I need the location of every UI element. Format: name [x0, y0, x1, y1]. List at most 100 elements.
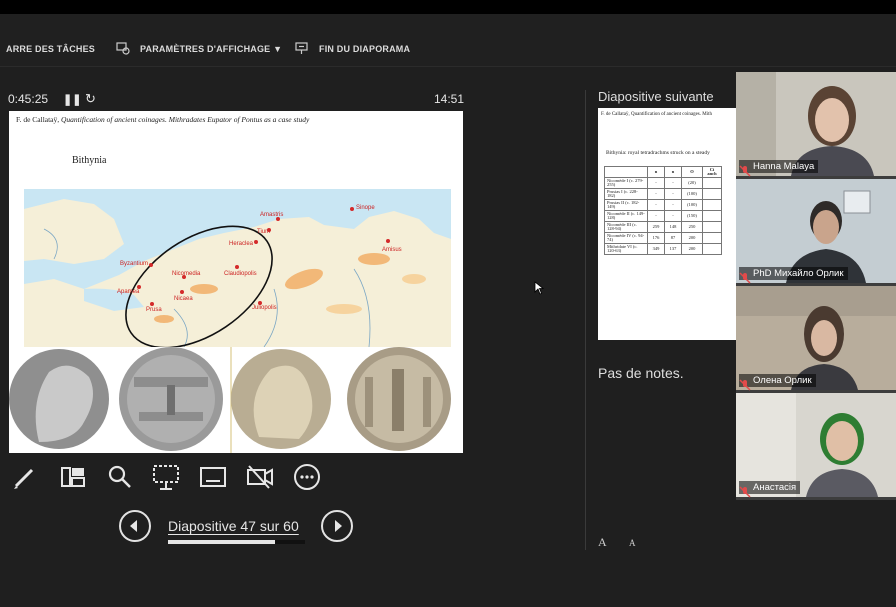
table-header-row: n n O Ci anch — [604, 166, 722, 178]
table-cell: 259 — [647, 221, 665, 233]
map-label-byzantium: Byzantium — [120, 261, 148, 267]
table-cell: Prusias II (c. 182-149) — [604, 199, 648, 211]
decrease-font-button[interactable]: A — [629, 538, 636, 548]
table-header-cell: n — [664, 166, 682, 178]
zoom-icon[interactable] — [105, 462, 135, 492]
bithynia-map: Sinope Amastris Tium Heraclea Amisus Byz… — [24, 189, 451, 347]
table-cell: - — [647, 210, 665, 222]
map-label-sinope: Sinope — [356, 205, 375, 211]
reset-timer-icon[interactable]: ↻ — [85, 91, 96, 107]
slide-region-title: Bithynia — [72, 155, 107, 166]
pointer-screen-icon[interactable] — [151, 462, 181, 492]
speaker-notes[interactable]: Pas de notes. — [598, 365, 684, 381]
table-row: Prusias II (c. 182-149) - - (100) — [604, 199, 722, 211]
table-cell: - — [647, 177, 665, 189]
taskbar-button[interactable]: ARRE DES TÂCHES — [6, 44, 95, 54]
muted-mic-icon — [739, 379, 751, 391]
slides-grid-icon[interactable] — [58, 462, 88, 492]
table-cell: - — [647, 199, 665, 211]
table-cell — [702, 188, 722, 200]
participant-tile[interactable]: PhD Михайло Орлик — [736, 179, 896, 283]
map-label-juliopolis: Juliopolis — [252, 305, 277, 311]
end-slideshow-button[interactable]: FIN DU DIAPORAMA — [319, 44, 410, 54]
map-label-amisus: Amisus — [382, 247, 402, 253]
chevron-left-icon — [130, 520, 137, 532]
presenter-toolbar: ARRE DES TÂCHES PARAMÈTRES D'AFFICHAGE ▼… — [0, 14, 896, 67]
muted-mic-icon — [739, 165, 751, 177]
table-row: Nicomède I (c. 279-255) - - (20) — [604, 177, 722, 189]
map-label-prusa: Prusa — [146, 307, 162, 313]
end-slideshow-icon — [295, 42, 308, 54]
map-label-heraclea: Heraclea — [229, 241, 254, 247]
table-cell — [702, 232, 722, 244]
slide-counter[interactable]: Diapositive 47 sur 60 — [168, 518, 299, 534]
next-slide-preview[interactable]: F. de Callataÿ, Quantification of ancien… — [598, 108, 740, 340]
participant-tile[interactable]: Анастасія — [736, 393, 896, 497]
participant-tile[interactable]: Hanna Malaya — [736, 72, 896, 176]
table-row: Nicomède III (c. 128-94) 259 148 250 — [604, 221, 722, 233]
next-slide-table: n n O Ci anch Nicomède I (c. 279-255) - … — [604, 166, 722, 255]
table-cell: Mithridate VI (c. 120-63) — [604, 243, 648, 255]
table-cell — [702, 177, 722, 189]
camera-off-icon[interactable] — [245, 462, 275, 492]
table-row: Mithridate VI (c. 120-63) 349 137 200 — [604, 243, 722, 255]
table-cell — [702, 199, 722, 211]
table-row: Prusias I (c. 228-182) - - (100) — [604, 188, 722, 200]
table-cell: 148 — [664, 221, 682, 233]
pane-divider[interactable] — [585, 90, 586, 550]
current-time: 14:51 — [434, 92, 465, 106]
table-header-cell: Ci anch — [702, 166, 722, 178]
map-label-tium: Tium — [257, 229, 270, 235]
slide-progress-bar — [168, 540, 305, 544]
participant-tile[interactable]: Олена Орлик — [736, 286, 896, 390]
display-settings-button[interactable]: PARAMÈTRES D'AFFICHAGE ▼ — [140, 44, 282, 54]
table-cell — [702, 221, 722, 233]
table-cell: 137 — [664, 243, 682, 255]
elapsed-timer: 0:45:25 — [8, 92, 49, 106]
table-row: Nicomède IV (c. 94-74) 176 87 200 — [604, 232, 722, 244]
table-cell: - — [664, 199, 682, 211]
pause-timer-icon[interactable]: ❚❚ — [63, 93, 81, 106]
slide-navigation: Diapositive 47 sur 60 — [119, 510, 359, 546]
table-cell: Nicomède IV (c. 94-74) — [604, 232, 648, 244]
table-cell: - — [664, 210, 682, 222]
pen-icon[interactable] — [10, 462, 40, 492]
table-cell: - — [647, 188, 665, 200]
table-row: Nicomède II (c. 149-128) - - (150) — [604, 210, 722, 222]
table-cell: 176 — [647, 232, 665, 244]
table-cell: 250 — [681, 221, 703, 233]
map-label-amastris: Amastris — [260, 212, 283, 218]
chevron-right-icon — [335, 520, 342, 532]
current-slide: F. de Callataÿ, Quantification of ancien… — [9, 111, 463, 453]
map-label-nicomedia: Nicomedia — [172, 271, 201, 277]
increase-font-button[interactable]: A — [598, 535, 607, 550]
slide-progress-fill — [168, 540, 275, 544]
table-cell: 87 — [664, 232, 682, 244]
table-cell: (150) — [681, 210, 703, 222]
table-cell: Prusias I (c. 228-182) — [604, 188, 648, 200]
top-black-band — [0, 0, 896, 14]
table-cell — [702, 210, 722, 222]
muted-mic-icon — [739, 272, 751, 284]
table-cell: Nicomède I (c. 279-255) — [604, 177, 648, 189]
slide-header: F. de Callataÿ, Quantification of ancien… — [16, 115, 309, 124]
table-cell: - — [664, 177, 682, 189]
table-cell: Nicomède III (c. 128-94) — [604, 221, 648, 233]
table-cell: 349 — [647, 243, 665, 255]
coin-images — [9, 347, 463, 453]
slide-header-title: Quantification of ancient coinages. Mith… — [61, 115, 310, 124]
next-slide-header: F. de Callataÿ, Quantification of ancien… — [601, 112, 712, 117]
participant-name: PhD Михайло Орлик — [739, 267, 848, 280]
participants-panel: Hanna Malaya PhD Михайло Орлик Олена Орл… — [736, 72, 896, 500]
table-header-cell — [604, 166, 648, 178]
table-cell: 200 — [681, 243, 703, 255]
next-slide-button[interactable] — [321, 510, 353, 542]
slide-tools — [10, 462, 330, 492]
more-options-icon[interactable] — [292, 462, 322, 492]
subtitles-icon[interactable] — [198, 462, 228, 492]
table-cell: (100) — [681, 199, 703, 211]
table-cell: - — [664, 188, 682, 200]
previous-slide-button[interactable] — [119, 510, 151, 542]
slide-header-author: F. de Callataÿ, — [16, 115, 60, 124]
mouse-cursor-icon — [534, 281, 544, 295]
